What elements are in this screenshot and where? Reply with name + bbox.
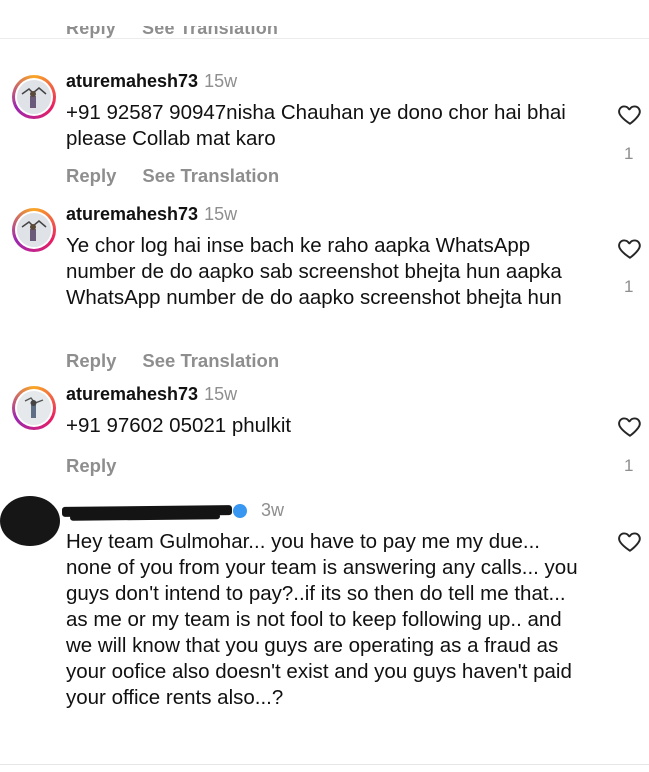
like-count: 1: [624, 456, 634, 475]
reply-button[interactable]: Reply: [66, 26, 116, 39]
avatar[interactable]: [12, 386, 56, 430]
username[interactable]: aturemahesh73: [66, 384, 198, 404]
timestamp: 15w: [204, 384, 238, 404]
bottom-divider: [0, 764, 649, 765]
timestamp: 3w: [261, 500, 285, 520]
heart-outline-icon[interactable]: [617, 101, 643, 127]
previous-comment-actions: Reply See Translation: [66, 26, 278, 48]
heart-outline-icon[interactable]: [617, 235, 643, 261]
comment-text: +91 92587 90947nisha Chauhan ye dono cho…: [66, 101, 566, 150]
comment-text: Ye chor log hai inse bach ke raho aapka …: [66, 234, 562, 309]
comment-text: +91 97602 05021 phulkit: [66, 414, 292, 437]
see-translation-button[interactable]: See Translation: [142, 26, 278, 39]
comment-actions: Reply: [66, 455, 116, 477]
username[interactable]: aturemahesh73: [66, 71, 198, 91]
timestamp: 15w: [204, 71, 238, 91]
comment-actions: Reply See Translation: [66, 165, 279, 187]
reply-button[interactable]: Reply: [66, 350, 116, 372]
comment-header: aturemahesh73 15w: [66, 71, 237, 92]
timestamp: 15w: [204, 204, 238, 224]
heart-outline-icon[interactable]: [617, 413, 643, 439]
like-count: 1: [624, 144, 634, 163]
reply-button[interactable]: Reply: [66, 165, 116, 187]
redacted-avatar: [0, 496, 60, 546]
comment-text: Hey team Gulmohar... you have to pay me …: [66, 530, 578, 709]
see-translation-button[interactable]: See Translation: [142, 350, 279, 372]
avatar[interactable]: [12, 75, 56, 119]
see-translation-button[interactable]: See Translation: [142, 165, 279, 187]
avatar[interactable]: [12, 208, 56, 252]
reply-button[interactable]: Reply: [66, 455, 116, 477]
comment-header: 3w: [255, 500, 284, 521]
comment-header: aturemahesh73 15w: [66, 204, 237, 225]
like-count: 1: [624, 277, 634, 296]
comment-header: aturemahesh73 15w: [66, 384, 237, 405]
redacted-username: [69, 513, 221, 521]
verified-badge-icon: [233, 504, 247, 518]
comment-actions: Reply See Translation: [66, 350, 279, 372]
username[interactable]: aturemahesh73: [66, 204, 198, 224]
heart-outline-icon[interactable]: [617, 528, 643, 554]
